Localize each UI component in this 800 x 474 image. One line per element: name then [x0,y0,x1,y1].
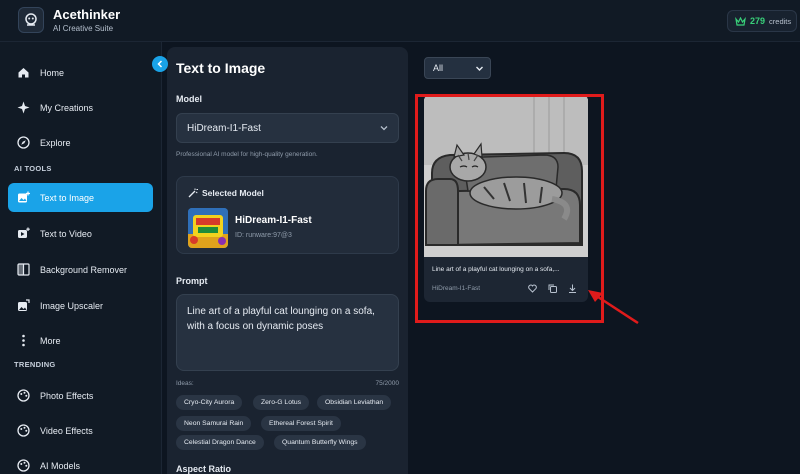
settings-panel: Text to Image Model HiDream-I1-Fast Prof… [167,47,408,474]
selected-model-name: HiDream-I1-Fast [235,215,312,226]
sidebar-item-label: Text to Image [40,192,95,203]
chevron-down-icon [476,66,483,71]
highlight-box [415,94,604,323]
filter-select[interactable]: All [424,57,491,79]
sidebar-item-photo-effects[interactable]: Photo Effects [8,381,153,410]
sidebar-item-text-to-image[interactable]: Text to Image [8,183,153,212]
home-icon [16,66,30,80]
sidebar-item-label: Video Effects [40,425,93,436]
sidebar-item-my-creations[interactable]: My Creations [8,93,153,122]
background-remove-icon [16,263,30,277]
more-vertical-icon [16,334,30,348]
idea-chip[interactable]: Cryo-City Aurora [176,395,243,410]
palette-icon [16,459,30,473]
brand-subtitle: AI Creative Suite [53,24,114,33]
sidebar-item-label: Explore [40,137,71,148]
sidebar-item-label: AI Models [40,460,81,471]
crown-icon [735,16,746,26]
brand-name: Acethinker [53,7,121,22]
sidebar-item-ai-models[interactable]: AI Models [8,451,153,474]
chevron-left-icon [157,60,163,68]
sidebar: Home My Creations Explore AI TOOLS Text … [0,42,162,474]
sidebar-item-label: More [40,335,61,346]
sidebar-item-image-upscaler[interactable]: Image Upscaler [8,291,153,320]
model-hint: Professional AI model for high-quality g… [176,151,318,158]
filter-value: All [433,63,444,73]
sidebar-item-label: My Creations [40,102,94,113]
palette-icon [16,389,30,403]
model-select-value: HiDream-I1-Fast [187,122,261,134]
model-label: Model [176,94,202,104]
sidebar-item-label: Home [40,67,65,78]
magic-wand-icon [188,188,198,198]
idea-chip[interactable]: Zero-G Lotus [253,395,310,410]
sidebar-item-label: Text to Video [40,228,92,239]
sidebar-item-explore[interactable]: Explore [8,128,153,157]
prompt-label: Prompt [176,276,208,286]
sidebar-item-text-to-video[interactable]: Text to Video [8,219,153,248]
sidebar-item-background-remover[interactable]: Background Remover [8,255,153,284]
sidebar-item-label: Image Upscaler [40,300,104,311]
top-bar: Acethinker AI Creative Suite 279 credits [0,0,800,42]
annotation-arrow [588,290,639,325]
idea-chip[interactable]: Celestial Dragon Dance [176,435,264,450]
aspect-ratio-label: Aspect Ratio [176,464,232,474]
sidebar-item-label: Background Remover [40,264,128,275]
credits-label: credits [769,16,792,26]
compass-icon [16,136,30,150]
sidebar-item-video-effects[interactable]: Video Effects [8,416,153,445]
credits-amount: 279 [750,16,766,26]
sidebar-item-home[interactable]: Home [8,58,153,87]
idea-chip[interactable]: Quantum Butterfly Wings [274,435,366,450]
idea-chip[interactable]: Obsidian Leviathan [317,395,392,410]
section-trending: TRENDING [14,360,56,369]
prompt-input[interactable]: Line art of a playful cat lounging on a … [176,294,399,371]
credits-badge[interactable]: 279 credits [727,10,797,32]
selected-model-heading-text: Selected Model [202,188,264,198]
ideas-label: Ideas: [176,380,194,387]
logo[interactable] [18,7,44,33]
sidebar-item-more[interactable]: More [8,326,153,355]
palette-icon [16,424,30,438]
selected-model-id: ID: runware:97@3 [235,232,292,239]
image-plus-icon [16,191,30,205]
selected-model-card: Selected Model HiDream-I1-Fast ID: runwa… [176,176,399,254]
video-plus-icon [16,227,30,241]
chevron-down-icon [380,126,388,131]
idea-chip[interactable]: Ethereal Forest Spirit [261,416,341,431]
upscale-icon [16,299,30,313]
sparkle-icon [16,101,30,115]
model-thumbnail [188,208,228,248]
model-select[interactable]: HiDream-I1-Fast [176,113,399,143]
idea-chip[interactable]: Neon Samurai Rain [176,416,252,431]
section-ai-tools: AI TOOLS [14,164,52,173]
sidebar-item-label: Photo Effects [40,390,94,401]
logo-icon [25,13,37,26]
page-title: Text to Image [176,60,266,76]
collapse-sidebar-button[interactable] [152,56,168,72]
selected-model-heading: Selected Model [188,188,264,198]
character-counter: 75/2000 [375,380,400,387]
